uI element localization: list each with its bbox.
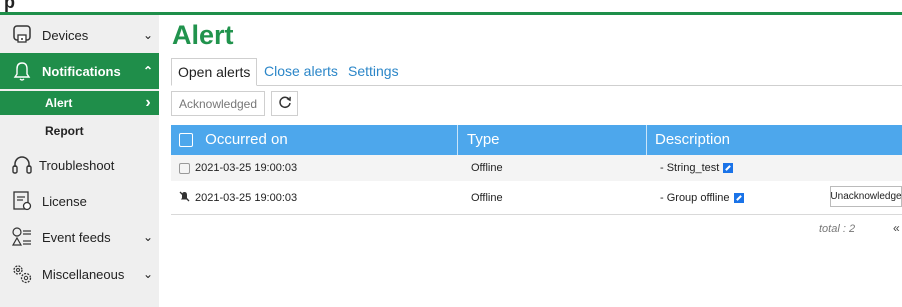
tab-settings[interactable]: Settings <box>348 58 399 86</box>
sidebar-item-label: Notifications <box>42 63 121 79</box>
devices-icon <box>9 22 35 48</box>
description-value: - String_test <box>660 162 720 174</box>
sidebar: Devices ⌄ Notifications ⌃ Alert › Report… <box>0 15 159 307</box>
column-divider <box>646 125 647 155</box>
refresh-icon <box>278 95 292 112</box>
license-icon <box>9 188 35 214</box>
sidebar-item-alert[interactable]: Alert › <box>0 91 159 115</box>
occurred-on-cell: 2021-03-25 19:00:03 <box>179 181 297 215</box>
table-bottom-border <box>171 214 902 215</box>
headset-icon <box>9 152 35 178</box>
occurred-on-cell: 2021-03-25 19:00:03 <box>179 155 297 181</box>
acknowledged-button[interactable]: Acknowledged <box>171 91 265 116</box>
event-feeds-icon <box>9 224 35 250</box>
page-title: Alert <box>172 20 234 50</box>
sidebar-item-troubleshoot[interactable]: Troubleshoot <box>0 149 159 181</box>
chevron-down-icon: ⌄ <box>142 28 154 42</box>
sidebar-item-miscellaneous[interactable]: Miscellaneous ⌄ <box>0 258 159 290</box>
select-all-column: Occurred on <box>179 125 288 155</box>
row-checkbox[interactable] <box>179 162 190 174</box>
chevron-down-icon: ⌄ <box>142 267 154 281</box>
table-row[interactable]: 2021-03-25 19:00:03 Offline - String_tes… <box>171 155 902 181</box>
refresh-button[interactable] <box>271 91 298 116</box>
chevron-right-icon: › <box>145 94 151 111</box>
sidebar-item-label: License <box>42 193 87 209</box>
chevron-down-icon: ⌄ <box>142 230 154 244</box>
description-cell: - Group offline <box>660 181 744 215</box>
pager-prev-button[interactable]: « <box>893 221 900 235</box>
sidebar-item-label: Miscellaneous <box>42 266 125 282</box>
sidebar-item-report[interactable]: Report <box>0 119 159 143</box>
table-row[interactable]: 2021-03-25 19:00:03 Offline - Group offl… <box>171 181 902 215</box>
tab-open-alerts[interactable]: Open alerts <box>171 58 258 86</box>
select-all-checkbox[interactable] <box>179 133 193 148</box>
sidebar-item-license[interactable]: License <box>0 185 159 217</box>
bell-icon <box>9 58 35 84</box>
occurred-on-value: 2021-03-25 19:00:03 <box>195 162 298 174</box>
chevron-up-icon: ⌃ <box>142 64 154 78</box>
sidebar-item-label: Troubleshoot <box>39 157 115 173</box>
main-content: Alert Open alerts Close alerts Settings … <box>159 15 902 307</box>
table-header: Occurred on Type Description <box>171 125 902 155</box>
sidebar-item-label: Event feeds <box>42 229 111 245</box>
description-cell: - String_test <box>660 155 734 181</box>
tab-close-alerts[interactable]: Close alerts <box>264 58 338 86</box>
occurred-on-value: 2021-03-25 19:00:03 <box>195 192 298 204</box>
edit-icon[interactable] <box>733 193 744 203</box>
column-type[interactable]: Type <box>467 125 500 155</box>
type-value: Offline <box>471 162 503 174</box>
column-occurred-on[interactable]: Occurred on <box>205 131 288 148</box>
sidebar-item-label: Alert <box>45 96 73 110</box>
column-divider <box>457 125 458 155</box>
muted-bell-icon <box>179 191 190 205</box>
sidebar-item-label: Devices <box>42 27 89 43</box>
sidebar-item-devices[interactable]: Devices ⌄ <box>0 17 159 53</box>
description-value: - Group offline <box>660 192 730 204</box>
tab-bar: Open alerts Close alerts Settings <box>171 58 902 86</box>
unacknowledge-button[interactable]: Unacknowledge <box>830 186 902 207</box>
sidebar-item-event-feeds[interactable]: Event feeds ⌄ <box>0 221 159 253</box>
type-value: Offline <box>471 192 503 204</box>
column-description[interactable]: Description <box>655 125 730 155</box>
edit-icon[interactable] <box>723 163 734 173</box>
sidebar-item-notifications[interactable]: Notifications ⌃ <box>0 53 159 89</box>
sidebar-item-label: Report <box>45 124 84 138</box>
gears-icon <box>9 261 35 287</box>
total-count: total : 2 <box>819 223 856 235</box>
